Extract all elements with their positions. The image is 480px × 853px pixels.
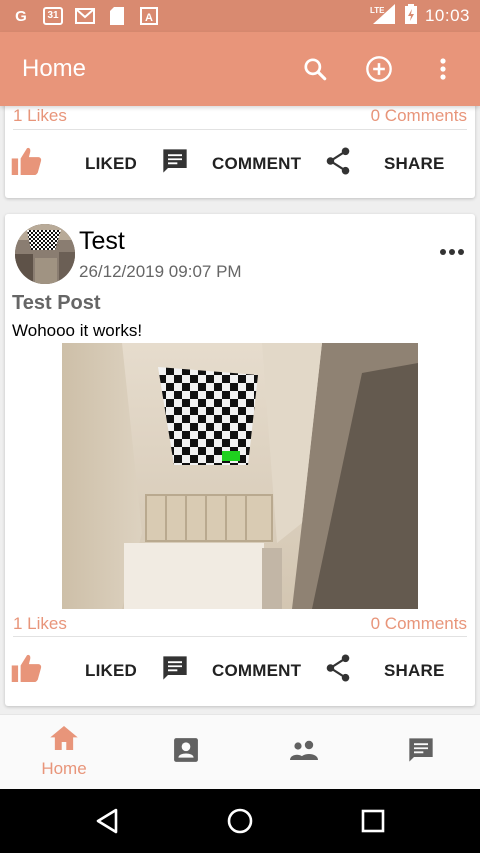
battery-icon [404, 3, 417, 29]
chat-icon [407, 736, 435, 769]
contact-card-icon [173, 737, 199, 768]
calendar-day: 31 [43, 7, 63, 25]
more-horiz-icon[interactable] [439, 242, 465, 262]
avatar[interactable] [15, 224, 75, 284]
like-button[interactable]: LIKED [11, 654, 137, 687]
comments-count[interactable]: 0 Comments [371, 614, 467, 634]
page-title: Home [22, 55, 87, 82]
gmail-icon [74, 6, 96, 26]
comment-button[interactable]: COMMENT [161, 147, 301, 180]
post-stats: 1 Likes 0 Comments [13, 106, 467, 126]
nav-tab-messages[interactable] [361, 715, 480, 790]
post-stats: 1 Likes 0 Comments [13, 614, 467, 634]
divider [13, 636, 467, 637]
comments-count[interactable]: 0 Comments [371, 106, 467, 126]
share-label: SHARE [384, 660, 445, 680]
home-icon [50, 726, 78, 755]
post-image[interactable] [62, 343, 418, 609]
bottom-nav: Home [0, 714, 480, 789]
divider [13, 129, 467, 130]
people-icon [289, 739, 319, 766]
like-label: LIKED [85, 153, 137, 173]
share-icon [325, 654, 351, 687]
thumb-up-icon [11, 147, 43, 180]
share-button[interactable]: SHARE [325, 147, 445, 180]
home-circle-icon[interactable] [222, 803, 258, 839]
post-feed[interactable]: 1 Likes 0 Comments LIKED COMMENT SHARE T… [0, 106, 480, 714]
like-button[interactable]: LIKED [11, 147, 137, 180]
clock: 10:03 [424, 6, 470, 25]
a-icon: A [138, 6, 160, 26]
recents-icon[interactable] [355, 803, 391, 839]
thumb-up-icon [11, 654, 43, 687]
nav-tab-home[interactable]: Home [4, 715, 124, 790]
search-icon[interactable] [300, 54, 330, 84]
likes-count[interactable]: 1 Likes [13, 106, 67, 126]
likes-count[interactable]: 1 Likes [13, 614, 67, 634]
back-icon[interactable] [89, 803, 125, 839]
comment-button[interactable]: COMMENT [161, 654, 301, 687]
post-card: 1 Likes 0 Comments LIKED COMMENT SHARE [5, 106, 475, 198]
comment-icon [161, 147, 189, 180]
post-author[interactable]: Test [79, 227, 125, 256]
add-circle-icon[interactable] [364, 54, 394, 84]
status-bar: G 31 A LTE 10:03 [0, 0, 480, 32]
system-nav-bar [0, 789, 480, 853]
comment-icon [161, 654, 189, 687]
nav-tab-label: Home [41, 759, 87, 778]
svg-text:A: A [145, 12, 153, 24]
post-card: Test 26/12/2019 09:07 PM Test Post Wohoo… [5, 214, 475, 706]
post-header: Test 26/12/2019 09:07 PM [15, 224, 475, 284]
share-icon [325, 147, 351, 180]
sd-card-icon [106, 6, 128, 26]
nav-tab-profile[interactable] [126, 715, 246, 790]
post-actions: LIKED COMMENT SHARE [5, 646, 475, 690]
more-vert-icon[interactable] [428, 54, 458, 84]
post-title: Test Post [12, 292, 101, 314]
post-timestamp: 26/12/2019 09:07 PM [79, 262, 242, 281]
share-button[interactable]: SHARE [325, 654, 445, 687]
network-type: LTE [370, 6, 385, 15]
comment-label: COMMENT [212, 660, 302, 680]
post-actions: LIKED COMMENT SHARE [5, 139, 475, 183]
calendar-icon: 31 [42, 6, 64, 26]
signal-icon: LTE [369, 3, 397, 29]
app-bar: Home [0, 32, 480, 106]
post-body: Wohooo it works! [12, 321, 143, 340]
g-icon: G [15, 7, 27, 25]
comment-label: COMMENT [212, 153, 302, 173]
nav-tab-friends[interactable] [244, 715, 364, 790]
like-label: LIKED [85, 660, 137, 680]
share-label: SHARE [384, 153, 445, 173]
